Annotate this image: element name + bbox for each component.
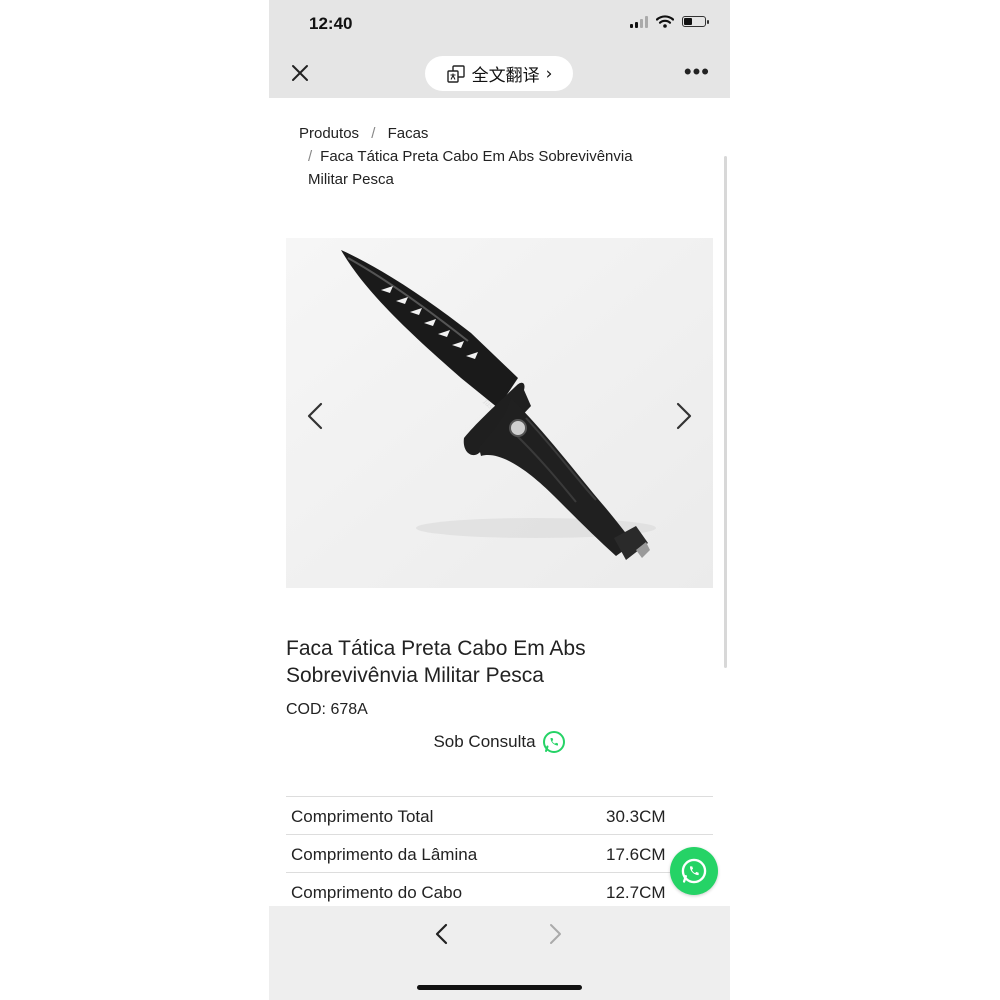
spec-label: Comprimento Total xyxy=(291,807,434,826)
table-row: Comprimento Total 30.3CM xyxy=(286,797,713,835)
spec-value: 17.6CM xyxy=(606,845,666,864)
price-label: Sob Consulta xyxy=(433,732,536,751)
whatsapp-float-button[interactable] xyxy=(670,847,718,895)
product-gallery[interactable]: Tasco xyxy=(286,238,713,588)
browser-chrome: 12:40 全文翻译 › ••• xyxy=(269,0,730,98)
translate-chevron: › xyxy=(545,63,553,84)
whatsapp-icon[interactable] xyxy=(542,730,566,754)
spec-table: Comprimento Total 30.3CM Comprimento da … xyxy=(286,796,713,911)
table-row: Comprimento da Lâmina 17.6CM xyxy=(286,835,713,873)
scrollbar[interactable] xyxy=(724,156,727,668)
forward-icon[interactable] xyxy=(545,922,565,946)
product-title: Faca Tática Preta Cabo Em Abs Sobrevivên… xyxy=(286,637,586,687)
status-time: 12:40 xyxy=(309,14,353,33)
wifi-icon xyxy=(656,15,674,28)
chevron-right-icon[interactable] xyxy=(673,401,695,431)
breadcrumb-separator: / xyxy=(371,125,376,142)
spec-value: 30.3CM xyxy=(606,807,666,826)
page-content: Produtos / Facas / Faca Tática Preta Cabo… xyxy=(269,98,730,911)
product-code: COD: 678A xyxy=(286,701,368,718)
breadcrumb: Produtos / Facas / Faca Tática Preta Cabo… xyxy=(299,122,669,191)
breadcrumb-item-produtos[interactable]: Produtos xyxy=(299,125,359,142)
spec-value: 12.7CM xyxy=(606,883,666,902)
translate-label: 全文翻译 xyxy=(471,66,540,86)
more-icon[interactable]: ••• xyxy=(684,61,710,83)
translate-icon xyxy=(446,64,465,83)
spec-label: Comprimento da Lâmina xyxy=(291,845,478,864)
breadcrumb-separator: / xyxy=(308,148,313,165)
home-indicator[interactable] xyxy=(417,985,582,990)
chevron-left-icon[interactable] xyxy=(304,401,326,431)
battery-icon xyxy=(682,16,709,27)
product-image: Tasco xyxy=(286,238,713,588)
translate-button[interactable]: 全文翻译 › xyxy=(425,56,573,91)
breadcrumb-item-facas[interactable]: Facas xyxy=(388,125,429,142)
close-icon[interactable] xyxy=(289,62,311,84)
whatsapp-icon xyxy=(681,858,707,884)
price-consult[interactable]: Sob Consulta xyxy=(269,730,730,754)
phone-screen: 12:40 全文翻译 › ••• Produtos / Facas / Faca… xyxy=(269,0,730,1000)
browser-bottom-bar xyxy=(269,906,730,1000)
spec-label: Comprimento do Cabo xyxy=(291,883,463,902)
cellular-signal-icon xyxy=(630,15,648,28)
status-icons xyxy=(630,15,709,28)
back-icon[interactable] xyxy=(432,922,452,946)
breadcrumb-item-current: Faca Tática Preta Cabo Em Abs Sobrevivên… xyxy=(308,148,633,188)
